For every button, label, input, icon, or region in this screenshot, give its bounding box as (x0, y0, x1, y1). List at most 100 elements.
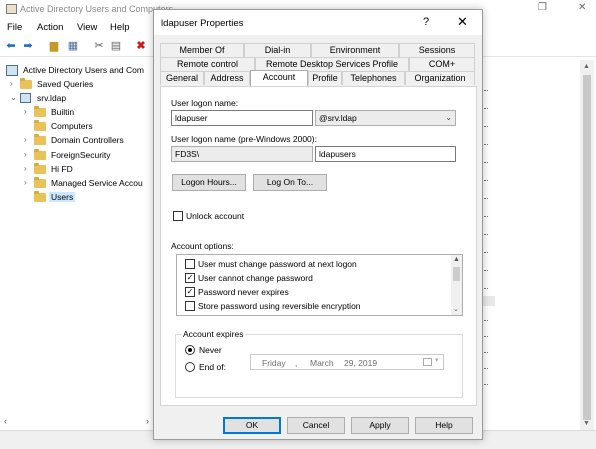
scroll-left-icon[interactable]: ‹ (4, 416, 7, 426)
tab-account[interactable]: Account (250, 70, 308, 86)
logon-name-label: User logon name: (171, 98, 239, 108)
option-label: User must change password at next logon (198, 259, 357, 269)
forward-arrow-icon[interactable]: ➡ (21, 40, 35, 53)
folder-icon (34, 120, 46, 131)
tab-environment[interactable]: Environment (311, 43, 399, 57)
scroll-down-icon[interactable]: ▼ (583, 420, 590, 427)
help-button[interactable]: Help (415, 417, 473, 434)
pre2000-domain-field: FD3S\ (171, 146, 313, 162)
menu-help[interactable]: Help (110, 22, 130, 33)
date-weekday: Friday (262, 358, 286, 368)
scroll-right-icon[interactable]: › (146, 416, 149, 426)
ok-button[interactable]: OK (223, 417, 281, 434)
tab-com-plus[interactable]: COM+ (409, 57, 475, 71)
folder-icon (34, 163, 46, 174)
pre2000-username-input[interactable]: ldapusers (315, 146, 456, 162)
account-options-label: Account options: (171, 241, 234, 251)
unlock-account-label: Unlock account (186, 211, 245, 221)
cancel-button[interactable]: Cancel (287, 417, 345, 434)
expand-icon[interactable]: › (24, 107, 32, 116)
expand-icon[interactable]: › (24, 135, 32, 144)
dialog-title-bar: ldapuser Properties ? ✕ (154, 10, 482, 35)
folder-icon (34, 191, 46, 202)
collapse-icon[interactable]: ⌄ (10, 93, 18, 102)
properties-dialog: ldapuser Properties ? ✕ Member Of Dial-i… (153, 9, 483, 440)
domain-icon (20, 93, 31, 103)
pre2000-label: User logon name (pre-Windows 2000): (171, 134, 317, 144)
tree-horizontal-scrollbar[interactable]: ‹ › (0, 416, 154, 429)
up-folder-icon[interactable]: ▆ (47, 40, 61, 53)
end-of-label: End of: (199, 362, 226, 372)
expand-icon[interactable]: › (10, 79, 18, 88)
scroll-thumb[interactable] (453, 267, 460, 281)
logon-name-input[interactable]: ldapuser (171, 110, 313, 126)
never-label: Never (199, 345, 222, 355)
date-month: March (310, 358, 334, 368)
dialog-title: ldapuser Properties (161, 18, 244, 29)
option-checkbox-password-never-expires[interactable]: ✓ (185, 287, 195, 297)
close-window-icon[interactable]: ✕ (578, 2, 586, 13)
tab-remote-control[interactable]: Remote control (160, 57, 255, 71)
delete-icon[interactable]: ✖ (134, 40, 148, 53)
selected-row-highlight (483, 296, 495, 306)
back-arrow-icon[interactable]: ⬅ (4, 40, 18, 53)
tab-organization[interactable]: Organization (405, 71, 475, 85)
tab-remote-desktop-services-profile[interactable]: Remote Desktop Services Profile (255, 57, 409, 71)
menu-view[interactable]: View (77, 22, 97, 33)
upn-suffix-value: @srv.ldap (319, 113, 357, 123)
menu-file[interactable]: File (7, 22, 22, 33)
navigation-tree: Active Directory Users and Com › Saved Q… (0, 60, 154, 420)
tab-general[interactable]: General (160, 71, 204, 85)
folder-icon (34, 106, 46, 117)
app-icon (6, 4, 17, 14)
menu-action[interactable]: Action (37, 22, 63, 33)
logon-hours-button[interactable]: Logon Hours... (172, 174, 246, 191)
unlock-account-checkbox[interactable] (173, 211, 183, 221)
apply-button[interactable]: Apply (351, 417, 409, 434)
calendar-icon[interactable] (423, 358, 432, 366)
account-options-list: User must change password at next logon … (176, 254, 463, 316)
tab-profile[interactable]: Profile (308, 71, 342, 85)
end-of-radio[interactable] (185, 362, 195, 372)
aduc-icon (6, 65, 18, 76)
option-label: Password never expires (198, 287, 289, 297)
scroll-thumb[interactable] (583, 75, 591, 420)
expand-icon[interactable]: › (24, 178, 32, 187)
folder-icon (34, 177, 46, 188)
close-icon[interactable]: ✕ (457, 14, 468, 30)
folder-icon (34, 134, 46, 145)
tab-sessions[interactable]: Sessions (399, 43, 475, 57)
account-expires-label: Account expires (181, 329, 246, 339)
options-scrollbar[interactable]: ▲ ⌄ (451, 255, 462, 315)
tab-dial-in[interactable]: Dial-in (244, 43, 311, 57)
scroll-up-icon[interactable]: ▲ (453, 256, 460, 263)
option-checkbox-must-change-password[interactable] (185, 259, 195, 269)
scroll-up-icon[interactable]: ▲ (583, 63, 590, 70)
mmc-window-title: Active Directory Users and Computers (20, 4, 174, 14)
option-checkbox-cannot-change-password[interactable]: ✓ (185, 273, 195, 283)
details-vertical-scrollbar[interactable]: ▲ ▼ (580, 60, 594, 430)
scroll-down-icon[interactable]: ⌄ (453, 305, 459, 313)
folder-icon (20, 78, 32, 89)
chevron-down-icon[interactable]: ▾ (435, 356, 439, 364)
tab-telephones[interactable]: Telephones (342, 71, 405, 85)
show-tree-icon[interactable]: ▦ (66, 40, 80, 53)
option-label: Store password using reversible encrypti… (198, 301, 361, 311)
log-on-to-button[interactable]: Log On To... (253, 174, 327, 191)
expiry-date-picker[interactable]: Friday , March 29, 2019 ▾ (250, 354, 444, 370)
restore-icon[interactable]: ❐ (538, 2, 547, 13)
copy-icon[interactable]: ▤ (109, 40, 123, 53)
folder-icon (34, 149, 46, 160)
tab-address[interactable]: Address (204, 71, 250, 85)
tab-member-of[interactable]: Member Of (160, 43, 244, 57)
date-day-year: 29, 2019 (344, 358, 378, 368)
upn-suffix-select[interactable]: @srv.ldap ⌄ (315, 110, 456, 126)
cut-icon[interactable]: ✂ (92, 40, 106, 53)
option-checkbox-reversible-encryption[interactable] (185, 301, 195, 311)
chevron-down-icon: ⌄ (445, 113, 452, 122)
option-label: User cannot change password (198, 273, 313, 283)
expand-icon[interactable]: › (24, 164, 32, 173)
help-icon[interactable]: ? (423, 16, 429, 28)
expand-icon[interactable]: › (24, 150, 32, 159)
never-radio[interactable] (185, 345, 195, 355)
